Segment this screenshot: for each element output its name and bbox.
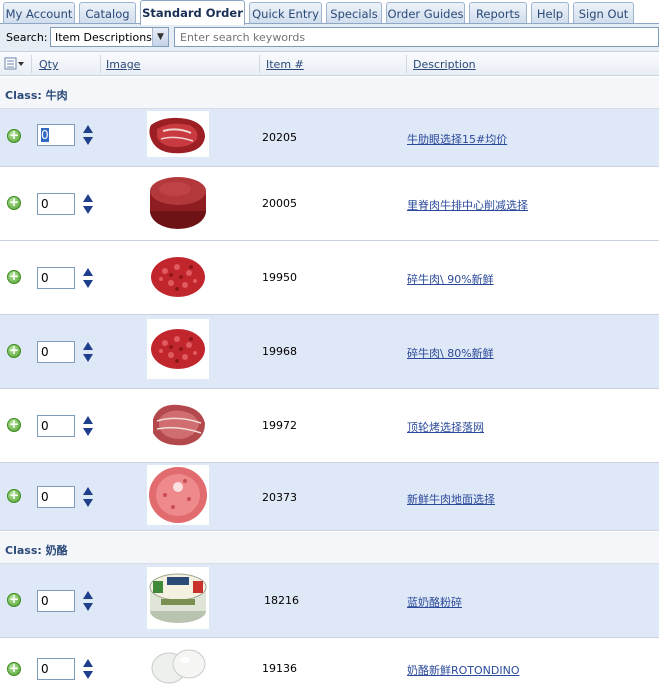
item-description-link[interactable]: 里脊肉牛排中心削减选择: [407, 197, 528, 213]
image-column-header[interactable]: Image: [106, 52, 140, 76]
search-bar: Search: Item Descriptions ▼: [0, 24, 659, 52]
add-item-icon[interactable]: +: [7, 344, 21, 358]
add-item-icon[interactable]: +: [7, 662, 21, 676]
qty-stepper-icon[interactable]: [82, 124, 94, 146]
add-item-icon[interactable]: +: [7, 196, 21, 210]
tab-help[interactable]: Help: [531, 2, 569, 24]
blue-cheese-tub-image: [147, 567, 209, 629]
header-separator: [100, 55, 101, 73]
tab-quick-entry[interactable]: Quick Entry: [249, 2, 322, 24]
tab-bar: My Account Catalog Standard Order Quick …: [0, 0, 659, 25]
qty-stepper-icon[interactable]: [82, 486, 94, 508]
item-description-link[interactable]: 奶酪新鲜ROTONDINO: [407, 662, 520, 678]
chevron-down-icon[interactable]: ▼: [152, 28, 168, 46]
class-header-cheese: Class: 奶酪: [0, 532, 659, 564]
add-item-icon[interactable]: +: [7, 418, 21, 432]
table-row: + 0 19972 顶轮烤选择落网: [0, 389, 659, 463]
tab-standard-order[interactable]: Standard Order: [140, 0, 245, 25]
qty-column-header[interactable]: Qty: [39, 52, 58, 76]
steak-image: [147, 111, 209, 157]
tab-reports[interactable]: Reports: [469, 2, 527, 24]
roast-image: [147, 397, 209, 453]
item-description-link[interactable]: 碎牛肉\ 90%新鲜: [407, 271, 494, 287]
qty-input[interactable]: 0: [37, 590, 75, 612]
item-number: 19950: [262, 271, 297, 284]
header-separator: [259, 55, 260, 73]
qty-stepper-icon[interactable]: [82, 658, 94, 680]
tab-specials[interactable]: Specials: [326, 2, 382, 24]
qty-input[interactable]: 0: [37, 486, 75, 508]
item-number: 19968: [262, 345, 297, 358]
tab-catalog[interactable]: Catalog: [79, 2, 136, 24]
tab-my-account[interactable]: My Account: [3, 2, 75, 24]
add-item-icon[interactable]: +: [7, 593, 21, 607]
tab-order-guides[interactable]: Order Guides: [386, 2, 465, 24]
item-description-link[interactable]: 牛肋眼选择15#均价: [407, 131, 507, 147]
ground-beef-image: [147, 319, 209, 379]
table-header: Qty Image Item # Description: [0, 52, 659, 76]
item-number: 20373: [262, 491, 297, 504]
ground-beef-image: [147, 465, 209, 525]
item-column-header[interactable]: Item #: [266, 52, 304, 76]
qty-stepper-icon[interactable]: [82, 590, 94, 612]
item-number: 19972: [262, 419, 297, 432]
item-number: 20005: [262, 197, 297, 210]
qty-stepper-icon[interactable]: [82, 267, 94, 289]
class-header-beef: Class: 牛肉: [0, 77, 659, 109]
tab-sign-out[interactable]: Sign Out: [573, 2, 634, 24]
description-column-header[interactable]: Description: [413, 52, 476, 76]
qty-input[interactable]: 0: [37, 341, 75, 363]
qty-stepper-icon[interactable]: [82, 193, 94, 215]
item-number: 19136: [262, 662, 297, 675]
qty-input[interactable]: 0: [37, 658, 75, 680]
header-separator: [31, 55, 32, 73]
table-row: + 0 19136 奶酪新鲜ROTONDINO: [0, 638, 659, 689]
filet-image: [147, 171, 209, 233]
add-item-icon[interactable]: +: [7, 270, 21, 284]
item-number: 20205: [262, 131, 297, 144]
search-label: Search:: [6, 31, 48, 44]
mozzarella-image: [147, 640, 209, 689]
search-mode-value: Item Descriptions: [55, 31, 152, 44]
qty-input[interactable]: 0: [37, 193, 75, 215]
table-row: + 0 20205 牛肋眼选择15#均价: [0, 109, 659, 167]
add-item-icon[interactable]: +: [7, 129, 21, 143]
search-mode-select[interactable]: Item Descriptions ▼: [50, 27, 169, 47]
item-description-link[interactable]: 顶轮烤选择落网: [407, 419, 484, 435]
table-row: + 0 19968 碎牛肉\ 80%新鲜: [0, 315, 659, 389]
item-description-link[interactable]: 新鲜牛肉地面选择: [407, 491, 495, 507]
item-description-link[interactable]: 碎牛肉\ 80%新鲜: [407, 345, 494, 361]
header-separator: [406, 55, 407, 73]
search-input[interactable]: [174, 27, 659, 47]
qty-input[interactable]: 0: [37, 267, 75, 289]
qty-input[interactable]: 0: [37, 124, 75, 146]
table-row: + 0 20373 新鲜牛肉地面选择: [0, 463, 659, 531]
add-item-icon[interactable]: +: [7, 489, 21, 503]
table-row: + 0 20005 里脊肉牛排中心削减选择: [0, 167, 659, 241]
table-row: + 0 18216 蓝奶酪粉碎: [0, 564, 659, 638]
qty-input[interactable]: 0: [37, 415, 75, 437]
column-menu-icon[interactable]: [4, 57, 26, 71]
ground-beef-image: [147, 247, 209, 307]
table-row: + 0 19950 碎牛肉\ 90%新鲜: [0, 241, 659, 315]
item-description-link[interactable]: 蓝奶酪粉碎: [407, 594, 462, 610]
item-number: 18216: [264, 594, 299, 607]
qty-stepper-icon[interactable]: [82, 415, 94, 437]
qty-stepper-icon[interactable]: [82, 341, 94, 363]
